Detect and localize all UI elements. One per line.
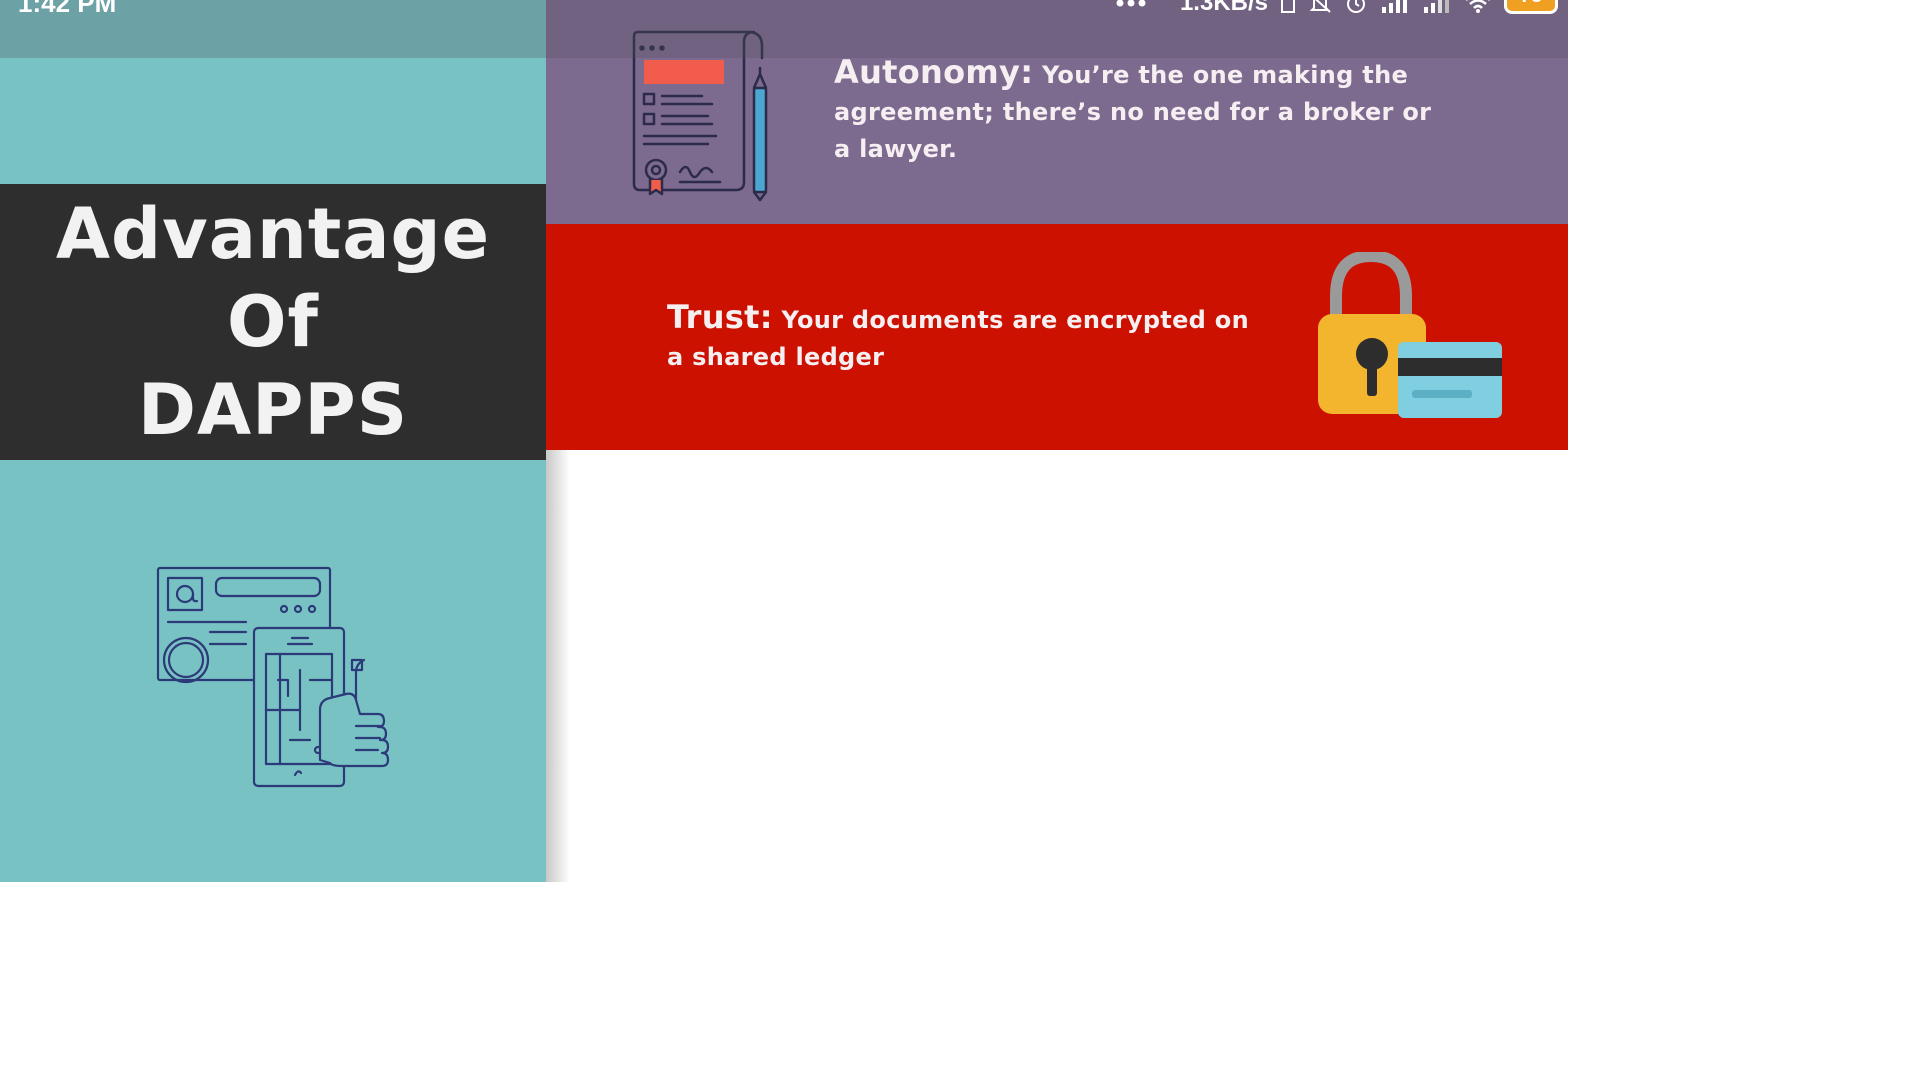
left-panel: Advantage Of DAPPS bbox=[0, 0, 546, 882]
signal-bars-icon bbox=[1424, 0, 1449, 13]
trust-text: Trust: Your documents are encrypted on a… bbox=[667, 299, 1267, 376]
more-dots-icon bbox=[1116, 0, 1146, 7]
autonomy-heading: Autonomy: bbox=[834, 53, 1034, 91]
web-mobile-thumbs-up-icon bbox=[156, 566, 390, 788]
slide-title-line-1: Advantage bbox=[55, 193, 491, 275]
slide-title-line-3: DAPPS bbox=[137, 369, 409, 451]
battery-icon: 78 bbox=[1504, 0, 1558, 14]
wifi-icon bbox=[1466, 0, 1490, 13]
status-time: 1:42 PM bbox=[18, 0, 117, 18]
trust-heading: Trust: bbox=[667, 298, 773, 336]
signal-bars-icon bbox=[1382, 0, 1407, 13]
alarm-clock-icon bbox=[1347, 0, 1365, 13]
trust-band: Trust: Your documents are encrypted on a… bbox=[546, 224, 1568, 450]
muted-bell-icon bbox=[1309, 0, 1331, 13]
status-icons: 1.3KB/s 78 bbox=[1116, 0, 1558, 18]
network-speed: 1.3KB/s bbox=[1179, 0, 1268, 16]
slide-title-line-2: Of bbox=[227, 281, 319, 363]
panel-shadow bbox=[546, 450, 570, 882]
sim-card-icon bbox=[1281, 0, 1295, 13]
status-bar: 1:42 PM 1.3KB/s 78 bbox=[0, 0, 1568, 58]
battery-level: 78 bbox=[1507, 0, 1555, 8]
autonomy-text: Autonomy: You’re the one making the agre… bbox=[834, 54, 1454, 168]
title-band: Advantage Of DAPPS bbox=[0, 184, 546, 460]
padlock-card-icon bbox=[1318, 252, 1502, 418]
